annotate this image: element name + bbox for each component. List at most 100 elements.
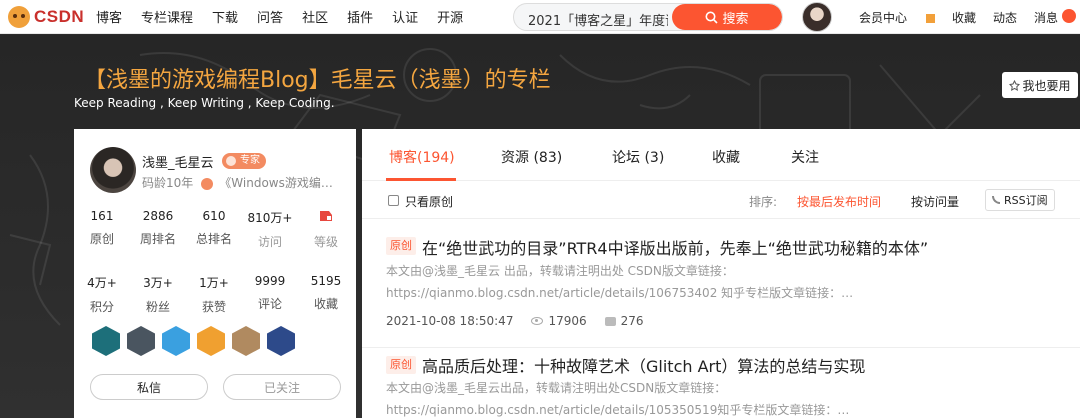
column-link[interactable]: 《Windows游戏编… — [219, 176, 333, 190]
gift-icon — [926, 14, 936, 23]
followed-button[interactable]: 已关注 — [223, 374, 341, 400]
article-title[interactable]: 高品质后处理：十种故障艺术（Glitch Art）算法的总结与实现 — [422, 353, 865, 377]
stat-likes[interactable]: 1万+ 获赞 — [186, 274, 242, 315]
tab-blog[interactable]: 博客(194) — [389, 147, 455, 167]
article-panel: 博客(194) 资源 (83) 论坛 (3) 收藏 关注 只看原创 排序: 按最… — [362, 129, 1080, 418]
stat-value: 5195 — [310, 274, 342, 288]
article-views: 17906 — [548, 314, 587, 328]
level-icon — [298, 209, 354, 226]
stat-original[interactable]: 161 原创 — [74, 209, 130, 250]
vip-center-label: 会员中心 — [859, 11, 908, 25]
profile-avatar[interactable] — [90, 147, 136, 193]
original-tag: 原创 — [386, 356, 416, 374]
stat-label: 收藏 — [313, 297, 338, 311]
nav-messages[interactable]: 消息 — [1034, 9, 1058, 26]
article-title[interactable]: 在“绝世武功的目录”RTR4中译版出版前，先奉上“绝世武功秘籍的本体” — [422, 235, 928, 259]
stat-level[interactable]: 等级 — [298, 209, 354, 250]
search-input[interactable]: 2021「博客之星」年度评 — [528, 10, 668, 29]
tab-following[interactable]: 关注 — [791, 147, 819, 167]
stat-value: 3万+ — [143, 276, 173, 290]
sort-by-latest[interactable]: 按最后发布时间 — [797, 193, 881, 210]
search-box: 2021「博客之星」年度评 搜索 — [513, 3, 783, 31]
message-button[interactable]: 私信 — [90, 374, 208, 400]
csdn-mascot-icon — [8, 5, 30, 28]
use-theme-button[interactable]: 我也要用 — [1002, 72, 1078, 98]
blog-subtitle: Keep Reading , Keep Writing , Keep Codin… — [74, 96, 335, 110]
stat-weekly-rank[interactable]: 2886 周排名 — [130, 209, 186, 250]
logo-text: CSDN — [34, 6, 85, 26]
medal-icon[interactable] — [127, 326, 155, 356]
search-icon — [705, 11, 719, 24]
stat-visits[interactable]: 810万+ 访问 — [242, 209, 298, 250]
nav-favorites[interactable]: 收藏 — [952, 9, 976, 26]
nav-item-qa[interactable]: 问答 — [257, 7, 283, 26]
top-navigation-bar: CSDN 博客 专栏课程 下载 问答 社区 插件 认证 开源 2021「博客之星… — [0, 0, 1080, 34]
nav-item-blog[interactable]: 博客 — [96, 7, 122, 26]
stat-label: 积分 — [89, 300, 114, 314]
original-tag: 原创 — [386, 237, 416, 255]
article-desc-line[interactable]: 本文由@浅墨_毛星云 出品，转载请注明出处 CSDN版文章链接： — [386, 260, 856, 282]
nav-item-community[interactable]: 社区 — [302, 7, 328, 26]
stat-favorites[interactable]: 5195 收藏 — [298, 274, 354, 315]
only-original-checkbox[interactable] — [388, 195, 399, 206]
user-avatar[interactable] — [802, 2, 832, 32]
stat-value: 4万+ — [87, 276, 117, 290]
rss-label: RSS订阅 — [1004, 194, 1048, 207]
stats-row-2: 4万+ 积分 3万+ 粉丝 1万+ 获赞 9999 评论 5195 收藏 — [74, 274, 356, 315]
stat-label: 周排名 — [139, 232, 176, 246]
stat-fans[interactable]: 3万+ 粉丝 — [130, 274, 186, 315]
rss-subscribe-button[interactable]: RSS订阅 — [985, 189, 1055, 211]
search-button[interactable]: 搜索 — [672, 4, 782, 30]
csdn-logo[interactable]: CSDN — [8, 5, 86, 28]
sort-by-views[interactable]: 按访问量 — [911, 193, 959, 210]
theme-icon — [1009, 79, 1021, 91]
profile-name[interactable]: 浅墨_毛星云 — [142, 152, 214, 171]
article-desc-line[interactable]: https://qianmo.blog.csdn.net/article/det… — [386, 282, 856, 304]
main-nav: 博客 专栏课程 下载 问答 社区 插件 认证 开源 — [96, 7, 482, 26]
search-button-label: 搜索 — [722, 11, 749, 27]
stat-label: 总排名 — [195, 232, 232, 246]
stat-label: 获赞 — [201, 300, 226, 314]
stat-total-rank[interactable]: 610 总排名 — [186, 209, 242, 250]
medal-icon[interactable] — [197, 326, 225, 356]
stat-value: 161 — [90, 209, 114, 223]
article-comments[interactable]: 276 — [621, 314, 644, 328]
stat-comments[interactable]: 9999 评论 — [242, 274, 298, 315]
tab-forum[interactable]: 论坛 (3) — [612, 147, 664, 167]
medal-icon[interactable] — [162, 326, 190, 356]
profile-meta: 码龄10年 《Windows游戏编… — [142, 174, 333, 191]
only-original-label[interactable]: 只看原创 — [405, 193, 453, 210]
nav-item-certification[interactable]: 认证 — [392, 7, 418, 26]
blog-title: 【浅墨的游戏编程Blog】毛星云（浅墨）的专栏 — [84, 68, 551, 93]
tab-resources[interactable]: 资源 (83) — [501, 147, 562, 167]
nav-item-download[interactable]: 下载 — [212, 7, 238, 26]
stat-label: 等级 — [313, 235, 338, 249]
nav-item-courses[interactable]: 专栏课程 — [141, 7, 193, 26]
article-footer: 2021-10-08 18:50:47 17906 276 — [386, 314, 662, 328]
stats-row-1: 161 原创 2886 周排名 610 总排名 810万+ 访问 等级 — [74, 209, 356, 250]
sort-label: 排序: — [749, 195, 778, 209]
nav-item-plugins[interactable]: 插件 — [347, 7, 373, 26]
nav-activity[interactable]: 动态 — [993, 9, 1017, 26]
article-item: 原创 高品质后处理：十种故障艺术（Glitch Art）算法的总结与实现 本文由… — [362, 348, 1080, 418]
nav-item-opensource[interactable]: 开源 — [437, 7, 463, 26]
medal-icon[interactable] — [92, 326, 120, 356]
tab-favorites[interactable]: 收藏 — [712, 147, 740, 167]
stat-label: 粉丝 — [145, 300, 170, 314]
stat-value: 2886 — [142, 209, 174, 223]
article-desc-line[interactable]: 本文由@浅墨_毛星云出品，转载请注明出处CSDN版文章链接： — [386, 377, 856, 399]
content-tabs: 博客(194) 资源 (83) 论坛 (3) 收藏 关注 — [362, 129, 1080, 181]
views-icon — [531, 317, 544, 325]
article-date: 2021-10-08 18:50:47 — [386, 314, 514, 328]
stat-label: 原创 — [89, 232, 114, 246]
stat-value: 9999 — [254, 274, 286, 288]
use-theme-label: 我也要用 — [1022, 78, 1071, 93]
stat-value: 810万+ — [247, 211, 293, 225]
article-desc-line[interactable]: https://qianmo.blog.csdn.net/article/det… — [386, 399, 856, 418]
medal-icon[interactable] — [232, 326, 260, 356]
article-item: 原创 在“绝世武功的目录”RTR4中译版出版前，先奉上“绝世武功秘籍的本体” 本… — [362, 219, 1080, 347]
nav-vip-center[interactable]: 会员中心 — [859, 9, 936, 26]
stat-points[interactable]: 4万+ 积分 — [74, 274, 130, 315]
stat-label: 评论 — [257, 297, 282, 311]
medal-icon[interactable] — [267, 326, 295, 356]
